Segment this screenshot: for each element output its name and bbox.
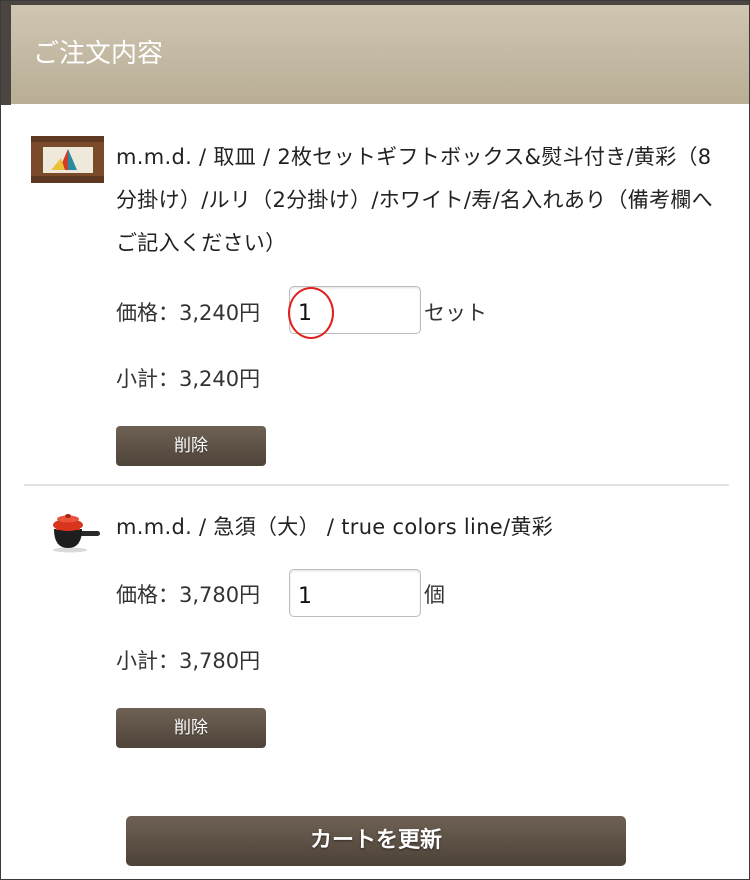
quantity-unit: セット bbox=[424, 301, 487, 325]
item-price: 価格：3,240円 bbox=[116, 301, 261, 325]
item-divider bbox=[24, 484, 729, 486]
delete-button[interactable]: 削除 bbox=[116, 708, 266, 748]
quantity-unit: 個 bbox=[424, 583, 445, 607]
item-name: m.m.d. / 取皿 / 2枚セットギフトボックス&熨斗付き/黄彩（8分掛け）… bbox=[116, 145, 713, 255]
left-border-accent bbox=[1, 1, 11, 105]
product-thumbnail-teapot[interactable] bbox=[48, 511, 100, 553]
cart-panel: ご注文内容 m.m.d. / 取皿 / 2枚セットギフトボックス&熨斗付き/黄彩… bbox=[0, 0, 750, 880]
item-subtotal: 小計：3,780円 bbox=[116, 649, 261, 673]
plates-image-icon bbox=[31, 136, 104, 183]
page-title: ご注文内容 bbox=[11, 5, 749, 104]
delete-button[interactable]: 削除 bbox=[116, 426, 266, 466]
teapot-image-icon bbox=[53, 514, 100, 553]
item-name: m.m.d. / 急須（大） / true colors line/黄彩 bbox=[116, 515, 553, 539]
item-price: 価格：3,780円 bbox=[116, 583, 261, 607]
update-cart-button[interactable]: カートを更新 bbox=[126, 816, 626, 866]
item-subtotal: 小計：3,240円 bbox=[116, 367, 261, 391]
quantity-input[interactable] bbox=[289, 569, 421, 617]
quantity-input[interactable] bbox=[289, 286, 421, 334]
product-thumbnail-plates[interactable] bbox=[31, 136, 104, 183]
